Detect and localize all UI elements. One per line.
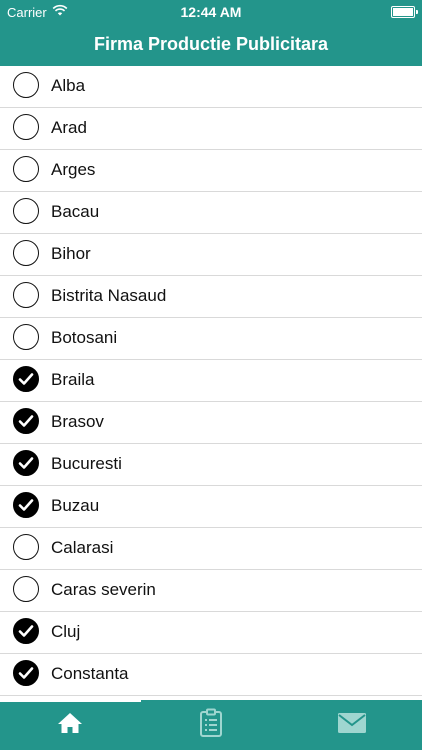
checked-circle-icon[interactable] (13, 366, 39, 392)
list-item-label: Bistrita Nasaud (51, 286, 167, 305)
battery-icon (391, 6, 418, 18)
page-title: Firma Productie Publicitara (93, 34, 329, 54)
empty-circle-icon[interactable] (13, 72, 39, 98)
list-item-label: Bacau (51, 202, 100, 221)
checked-circle-icon[interactable] (13, 450, 39, 476)
list-item[interactable]: Arges (0, 150, 422, 192)
list-item-label: Arges (51, 160, 96, 179)
tab-orders[interactable] (141, 700, 281, 750)
list-item[interactable]: Brasov (0, 402, 422, 444)
empty-circle-icon[interactable] (13, 156, 39, 182)
empty-circle-icon[interactable] (13, 576, 39, 602)
list-item-label: Caras severin (51, 580, 156, 599)
list-item[interactable]: Cluj (0, 612, 422, 654)
empty-circle-icon[interactable] (13, 240, 39, 266)
empty-circle-icon[interactable] (13, 114, 39, 140)
list-item[interactable]: Arad (0, 108, 422, 150)
list-item[interactable]: Bihor (0, 234, 422, 276)
list-item[interactable]: Buzau (0, 486, 422, 528)
tab-bar (0, 700, 422, 750)
list-item[interactable]: Caras severin (0, 570, 422, 612)
home-icon (57, 711, 83, 740)
clipboard-icon (199, 708, 223, 743)
list-item-label: Botosani (51, 328, 118, 347)
status-bar: Carrier 12:44 AM (0, 0, 422, 24)
list-item[interactable]: Braila (0, 360, 422, 402)
list-item-label: Bihor (51, 244, 91, 263)
list-item-label: Arad (51, 118, 87, 137)
list-item[interactable]: Bucuresti (0, 444, 422, 486)
list-item[interactable]: Calarasi (0, 528, 422, 570)
list-item-label: Alba (51, 76, 86, 95)
list-item[interactable]: Bacau (0, 192, 422, 234)
list-item[interactable]: Botosani (0, 318, 422, 360)
list-item-label: Bucuresti (51, 454, 122, 473)
list-item-label: Braila (51, 370, 95, 389)
empty-circle-icon[interactable] (13, 198, 39, 224)
tab-home[interactable] (0, 700, 140, 750)
list-item[interactable]: Alba (0, 66, 422, 108)
empty-circle-icon[interactable] (13, 324, 39, 350)
checked-circle-icon[interactable] (13, 492, 39, 518)
list-item-label: Cluj (51, 622, 81, 641)
list-item-label: Brasov (51, 412, 104, 431)
list-item[interactable]: Constanta (0, 654, 422, 696)
status-time: 12:44 AM (180, 4, 242, 20)
list-item[interactable]: Bistrita Nasaud (0, 276, 422, 318)
checked-circle-icon[interactable] (13, 408, 39, 434)
empty-circle-icon[interactable] (13, 282, 39, 308)
list-item-label: Buzau (51, 496, 100, 515)
list-item-label: Constanta (51, 664, 129, 683)
checked-circle-icon[interactable] (13, 618, 39, 644)
tab-contact[interactable] (282, 700, 422, 750)
empty-circle-icon[interactable] (13, 534, 39, 560)
mail-icon (337, 712, 367, 739)
county-list[interactable]: Alba Arad Arges Bacau Bihor Bistrita Nasaud Bo… (0, 66, 422, 700)
navigation-bar: Firma Productie Publicitara (0, 24, 422, 66)
checked-circle-icon[interactable] (13, 660, 39, 686)
list-item-label: Calarasi (51, 538, 114, 557)
